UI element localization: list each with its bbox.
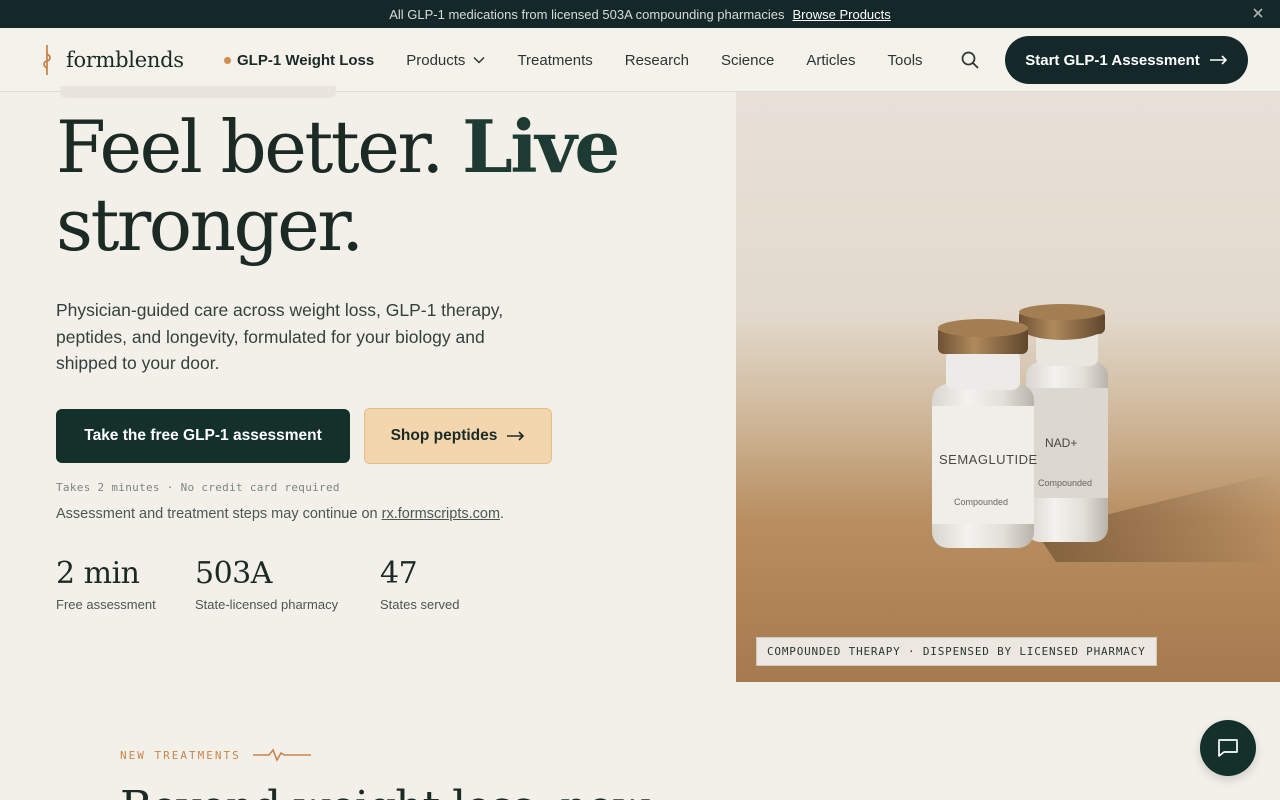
chat-icon [1218,739,1238,757]
nav-item-label: Tools [887,51,923,69]
nav-item-label: Science [720,51,775,69]
start-assessment-label: Start GLP-1 Assessment [1025,51,1200,69]
announcement-text: All GLP-1 medications from licensed 503A… [389,6,785,22]
stat-label: States served [380,597,460,612]
stat-label: State-licensed pharmacy [195,597,339,612]
close-icon[interactable] [1250,5,1266,21]
note-prefix: Assessment and treatment steps may conti… [56,506,382,522]
stat-value: 2 min [56,556,140,591]
logo-mark-icon [43,45,51,75]
stat-states: 47 States served [380,556,460,612]
hero-photo: SEMAGLUTIDE Compounded NAD+ Compounded [736,92,1280,682]
vial-2-sublabel: Compounded [1038,478,1093,488]
fine-print: Takes 2 minutes · No credit card require… [56,481,340,494]
logo[interactable]: formblends [40,44,184,76]
take-assessment-label: Take the free GLP-1 assessment [84,427,322,444]
assessment-note: Assessment and treatment steps may conti… [56,506,504,522]
shop-peptides-label: Shop peptides [390,427,498,444]
hero-headline: Feel better. Live stronger. [56,105,696,267]
take-assessment-button[interactable]: Take the free GLP-1 assessment [56,409,350,463]
nav-item-products[interactable]: Products [406,52,485,69]
hero-subtitle: Physician-guided care across weight loss… [56,300,504,373]
heartbeat-icon [252,748,311,762]
eyebrow-label: NEW TREATMENTS [120,748,241,762]
section-eyebrow: NEW TREATMENTS [120,747,311,763]
stat-value: 47 [380,556,418,591]
headline-emphasis: Live [462,104,620,189]
stat-pharmacy: 503A State-licensed pharmacy [195,556,338,612]
nav-item-label: Products [406,51,466,69]
nav-item-label: Research [624,51,689,69]
headline-part-c: stronger. [56,183,364,267]
start-assessment-button[interactable]: Start GLP-1 Assessment [1005,36,1248,84]
chevron-down-icon [473,56,485,64]
vial-1-sublabel: Compounded [954,497,1009,507]
nav-item-articles[interactable]: Articles [806,52,855,69]
nav-item-label: GLP-1 Weight Loss [237,51,375,69]
browse-products-link[interactable]: Browse Products [793,7,891,22]
status-dot [224,56,231,64]
vial-2-label: NAD+ [1045,436,1078,450]
photo-caption: COMPOUNDED THERAPY · DISPENSED BY LICENS… [756,637,1157,666]
vials-illustration [932,304,1280,562]
chat-button[interactable] [1200,720,1256,776]
nav-item-tools[interactable]: Tools [888,52,923,69]
nav-links: GLP-1 Weight Loss Products Treatments Re… [224,28,955,92]
hero-badge [60,86,336,98]
arrow-right-icon [1209,55,1227,65]
nav-item-science[interactable]: Science [721,52,774,69]
section-title: Beyond weight loss, now [120,782,650,800]
search-icon[interactable] [960,50,980,70]
stat-label: Free assessment [56,597,156,612]
main-nav: formblends GLP-1 Weight Loss Products Tr… [0,28,1280,92]
headline-part-a: Feel better. [56,105,463,189]
vial-1-label: SEMAGLUTIDE [939,452,1038,467]
nav-item-treatments[interactable]: Treatments [517,52,592,69]
nav-item-glp1-weight-loss[interactable]: GLP-1 Weight Loss [224,52,374,69]
stat-value: 503A [195,556,272,591]
shop-peptides-button[interactable]: Shop peptides [364,408,552,464]
stat-assessment: 2 min Free assessment [56,556,156,612]
nav-item-label: Treatments [517,51,593,69]
announcement-bar: All GLP-1 medications from licensed 503A… [0,0,1280,28]
logo-text: formblends [66,48,184,72]
nav-item-label: Articles [806,51,856,69]
note-suffix: . [500,506,505,522]
formscripts-link[interactable]: rx.formscripts.com [382,506,500,522]
nav-item-research[interactable]: Research [625,52,689,69]
arrow-right-icon [507,431,525,441]
